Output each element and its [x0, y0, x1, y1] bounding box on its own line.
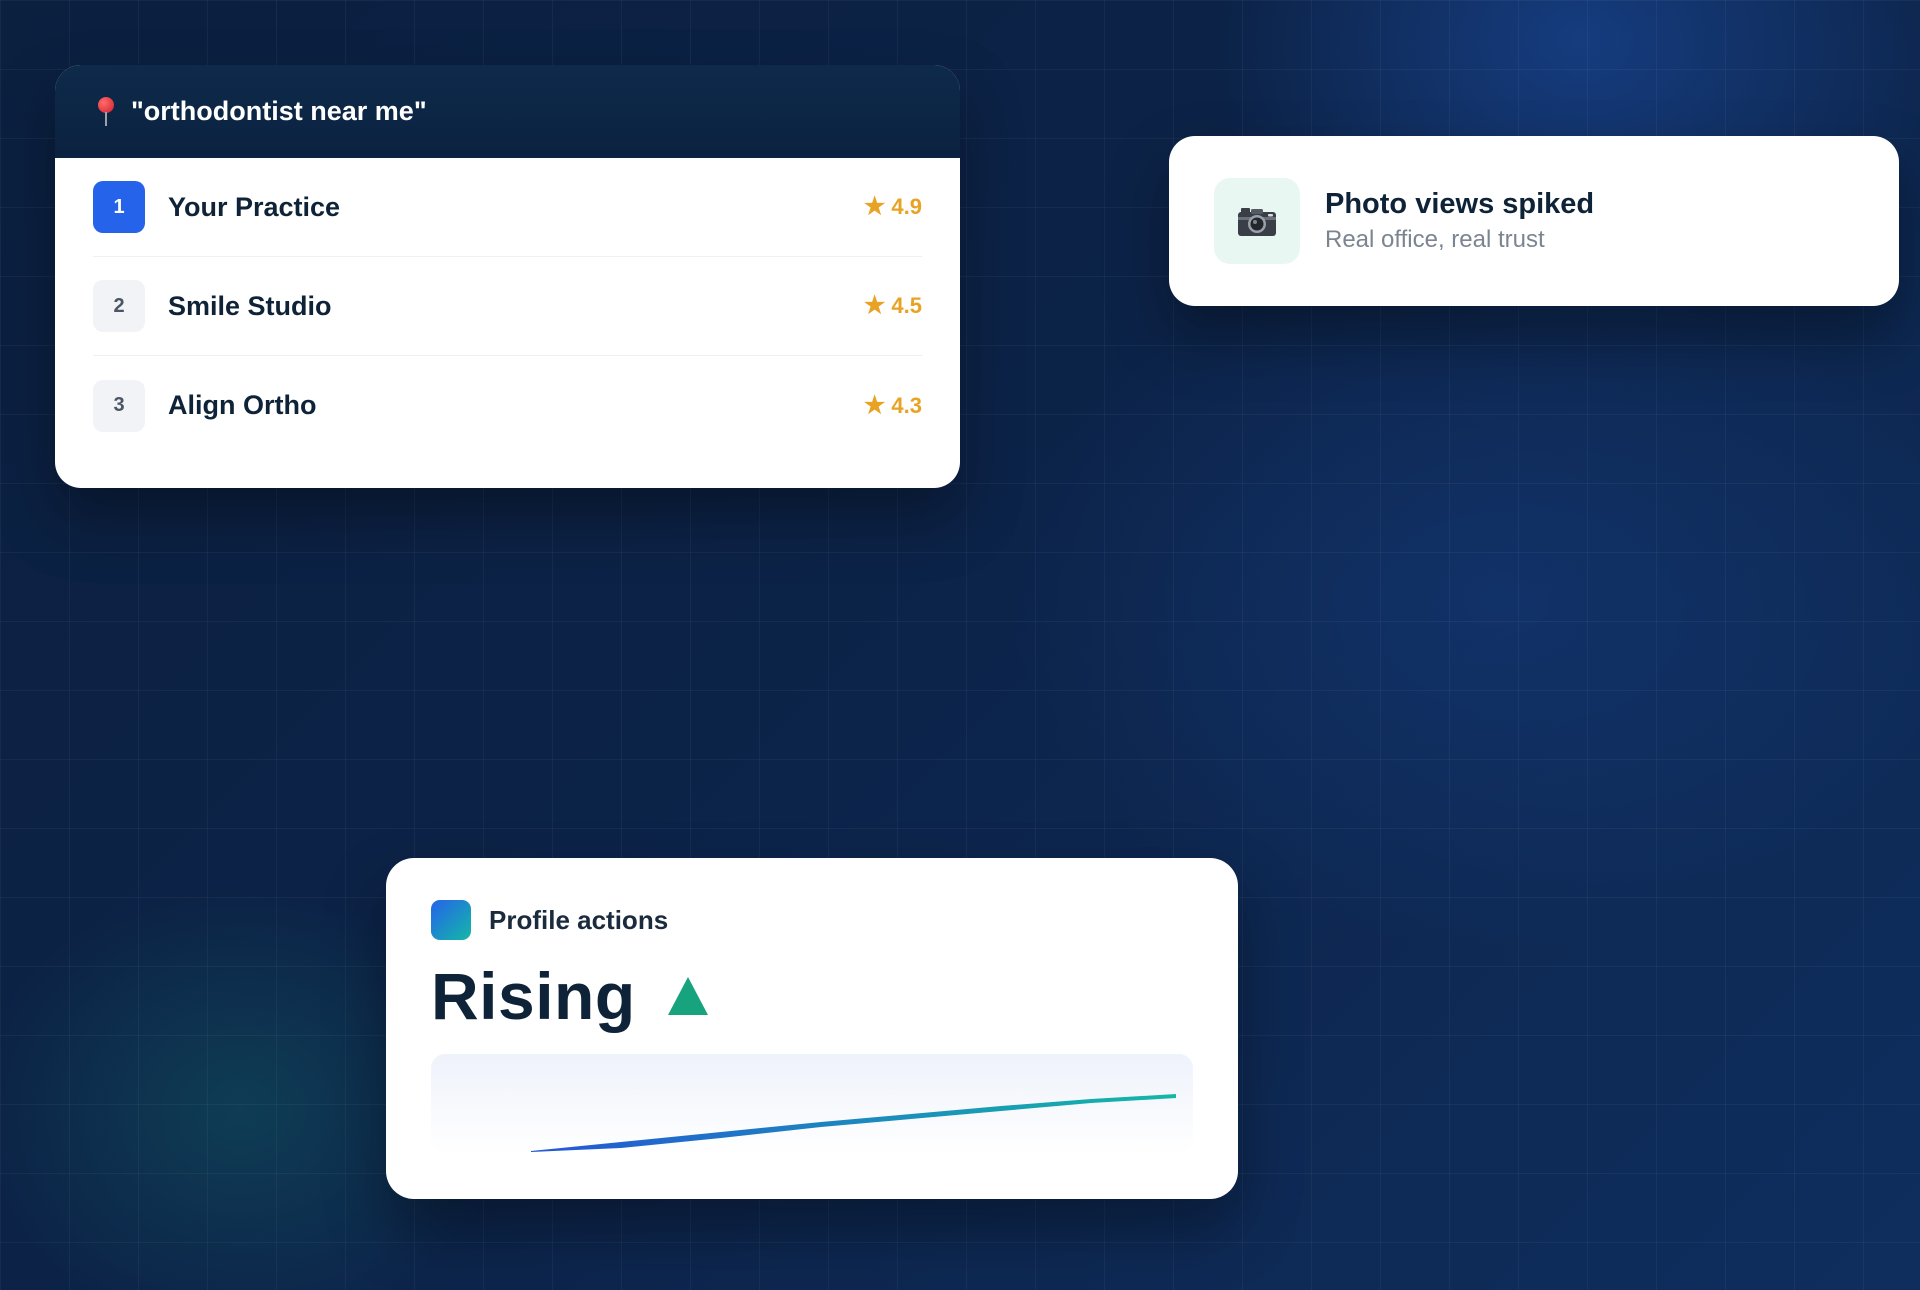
result-row[interactable]: 2 Smile Studio ★ 4.5 [93, 257, 922, 356]
camera-icon-tile [1214, 178, 1300, 264]
photo-views-notification: Photo views spiked Real office, real tru… [1169, 136, 1899, 306]
profile-actions-label: Profile actions [489, 904, 669, 935]
rating-value: 4.5 [891, 293, 922, 318]
star-icon: ★ [863, 193, 886, 220]
map-pin-icon [95, 96, 117, 127]
camera-icon [1238, 208, 1276, 236]
search-query-text: "orthodontist near me" [131, 96, 427, 126]
rank-badge: 3 [93, 379, 145, 432]
rating: ★ 4.9 [864, 194, 922, 220]
rating: ★ 4.3 [864, 393, 922, 419]
result-row[interactable]: 1 Your Practice ★ 4.9 [93, 158, 922, 257]
business-name: Align Ortho [168, 390, 317, 420]
notification-subtitle: Real office, real trust [1325, 226, 1545, 253]
result-row[interactable]: 3 Align Ortho ★ 4.3 [93, 356, 922, 455]
star-icon: ★ [863, 292, 886, 319]
status-value: Rising [431, 959, 636, 1033]
business-name: Smile Studio [168, 290, 332, 321]
profile-actions-icon [431, 900, 471, 940]
rating: ★ 4.5 [864, 293, 922, 319]
trend-line [531, 1094, 1176, 1152]
rank-badge: 1 [93, 181, 145, 233]
rating-value: 4.3 [891, 392, 922, 418]
notification-title: Photo views spiked [1325, 188, 1595, 220]
search-query-header: "orthodontist near me" [55, 65, 960, 158]
profile-actions-card: Profile actions Rising [386, 858, 1238, 1199]
trend-sparkline [431, 1054, 1193, 1154]
rank-badge: 2 [93, 280, 145, 332]
star-icon: ★ [863, 391, 886, 419]
rating-value: 4.9 [891, 194, 922, 219]
results-list: 1 Your Practice ★ 4.9 2 Smile Studio ★ 4… [55, 158, 960, 455]
business-name: Your Practice [168, 191, 341, 222]
notification-text: Photo views spiked Real office, real tru… [1325, 188, 1594, 254]
status-row: Rising [431, 958, 1193, 1034]
triangle-up-icon [667, 977, 708, 1015]
search-results-card: "orthodontist near me" 1 Your Practice ★… [55, 65, 960, 488]
profile-actions-header: Profile actions [431, 900, 1193, 940]
